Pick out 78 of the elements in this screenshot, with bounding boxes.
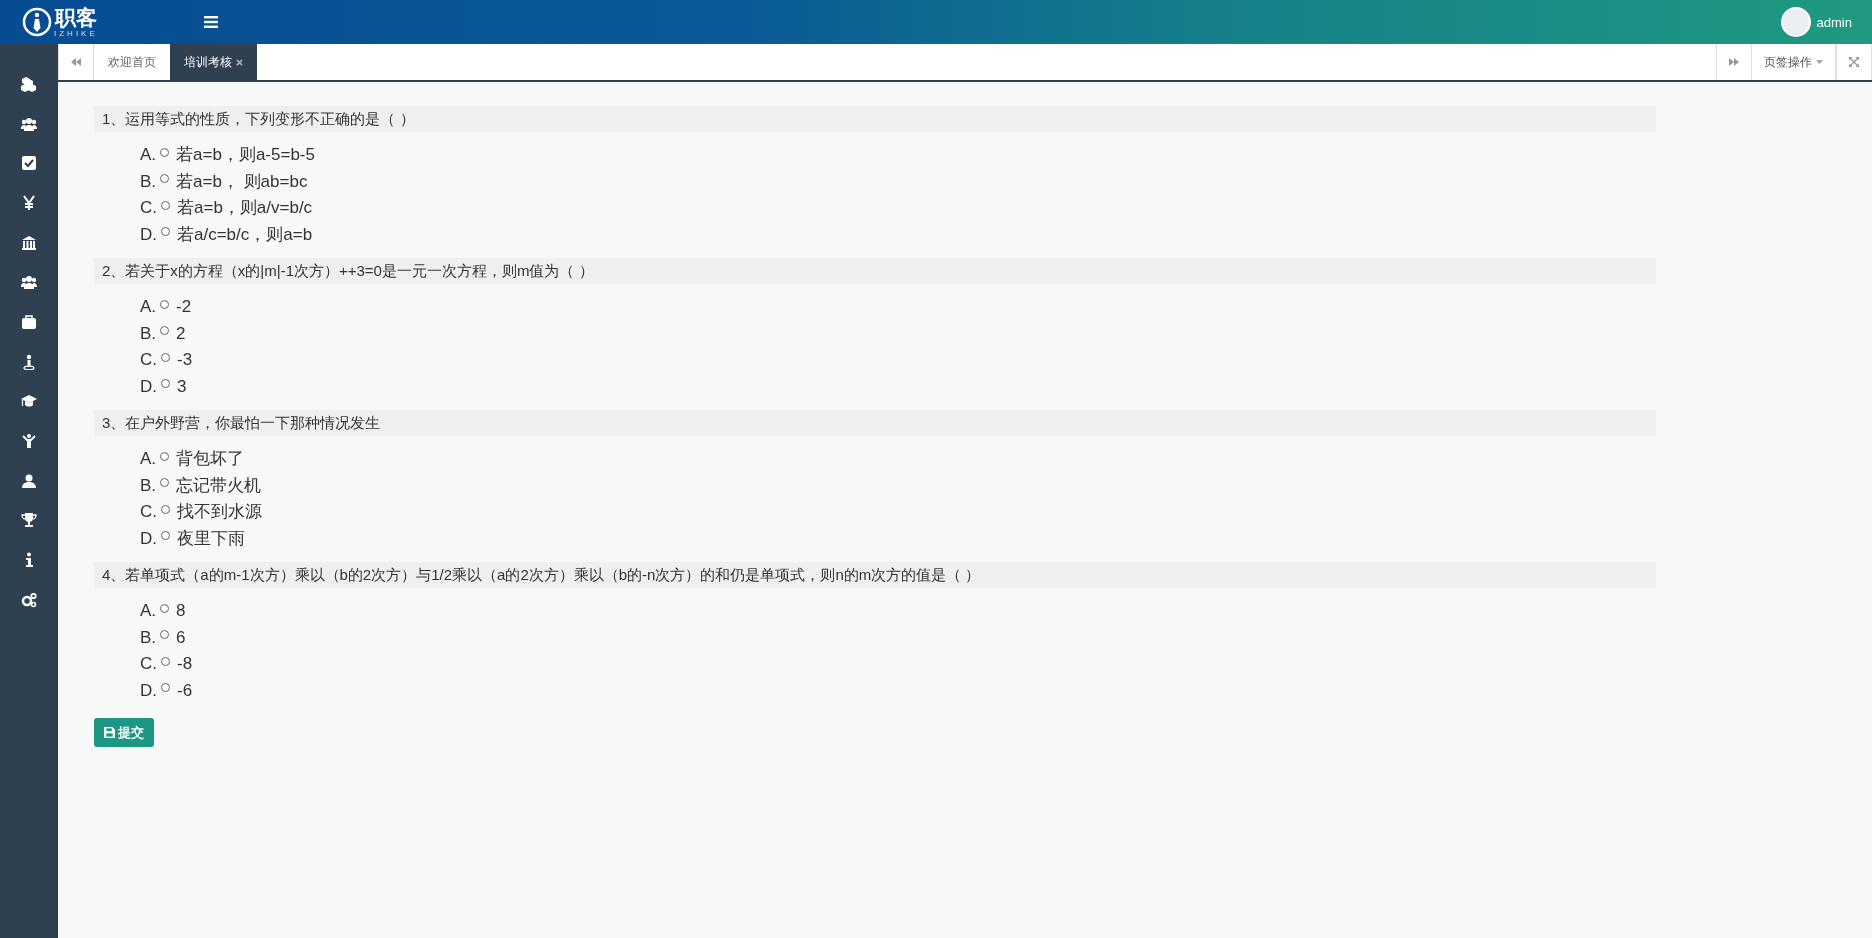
- option-text[interactable]: 忘记带火机: [176, 472, 262, 499]
- radio-button[interactable]: [160, 147, 170, 157]
- radio-button[interactable]: [160, 478, 170, 488]
- close-icon[interactable]: [236, 58, 243, 66]
- radio-button[interactable]: [161, 531, 170, 541]
- bank-icon: [21, 234, 37, 251]
- logo-icon: [22, 7, 52, 37]
- double-left-arrow-icon: [71, 58, 81, 66]
- option-text[interactable]: 若a=b，则a/v=b/c: [177, 195, 313, 222]
- scroll-left-button[interactable]: [58, 44, 94, 80]
- radio-button[interactable]: [160, 603, 170, 613]
- option-letter: A.: [140, 144, 157, 166]
- users-icon: [21, 274, 37, 291]
- option-text[interactable]: -3: [177, 347, 193, 374]
- option-letter: C.: [140, 501, 157, 523]
- child-icon: [21, 433, 37, 450]
- briefcase-icon: [21, 313, 37, 330]
- radio-button[interactable]: [160, 630, 170, 640]
- fullscreen-icon: [1849, 57, 1859, 67]
- option-text[interactable]: 找不到水源: [177, 499, 262, 526]
- question-title: 4、若单项式（a的m-1次方）乘以（b的2次方）与1/2乘以（a的2次方）乘以（b的-n次方）的和仍是单项式，则n的m次方的值是（ ）: [94, 562, 1656, 588]
- option-text[interactable]: 夜里下雨: [177, 525, 245, 552]
- option-text[interactable]: 背包坏了: [176, 446, 245, 473]
- fullscreen-button[interactable]: [1836, 44, 1872, 80]
- menu-icon[interactable]: [204, 16, 218, 28]
- option-text[interactable]: 若a=b， 则ab=bc: [176, 168, 308, 195]
- question-title: 3、在户外野营，你最怕一下那种情况发生: [94, 410, 1656, 436]
- radio-button[interactable]: [161, 352, 170, 362]
- logo-text: 职客: [54, 6, 97, 29]
- yen-icon: [21, 194, 37, 211]
- option-letter: B.: [140, 170, 157, 193]
- option-letter: B.: [140, 626, 157, 649]
- option-text[interactable]: -8: [177, 651, 193, 678]
- radio-button[interactable]: [161, 656, 170, 666]
- tab[interactable]: 欢迎首页: [94, 44, 170, 80]
- option-letter: B.: [140, 322, 157, 345]
- users-icon: [21, 115, 37, 132]
- option-text[interactable]: -6: [177, 677, 193, 704]
- option-text[interactable]: 8: [176, 598, 186, 625]
- option-text[interactable]: 若a/c=b/c，则a=b: [177, 221, 313, 248]
- radio-button[interactable]: [161, 683, 170, 693]
- submit-button[interactable]: 提交: [94, 718, 154, 747]
- option-text[interactable]: 6: [176, 624, 186, 651]
- question-title: 1、运用等式的性质，下列变形不正确的是（ ）: [94, 106, 1656, 132]
- radio-button[interactable]: [160, 174, 170, 184]
- radio-button[interactable]: [161, 379, 170, 389]
- option-letter: D.: [140, 223, 157, 246]
- option-letter: A.: [140, 448, 157, 470]
- checkbox-icon: [21, 155, 37, 172]
- caret-icon: [1816, 60, 1823, 64]
- option-letter: B.: [140, 474, 157, 497]
- user-icon: [21, 472, 37, 489]
- option-text[interactable]: -2: [176, 294, 192, 321]
- double-right-arrow-icon: [1729, 58, 1739, 66]
- radio-button[interactable]: [161, 227, 170, 237]
- tab[interactable]: 培训考核: [170, 44, 257, 80]
- option-letter: D.: [140, 527, 157, 550]
- user-name[interactable]: admin: [1816, 14, 1852, 30]
- option-text[interactable]: 3: [177, 373, 187, 400]
- option-letter: D.: [140, 375, 157, 398]
- radio-button[interactable]: [160, 326, 170, 336]
- option-letter: C.: [140, 197, 157, 219]
- logo-subtext: IZHIKE: [54, 28, 98, 38]
- question-title: 2、若关于x的方程（x的|m|-1次方）++3=0是一元一次方程，则m值为（ ）: [94, 258, 1656, 284]
- radio-button[interactable]: [161, 504, 170, 514]
- radio-button[interactable]: [160, 299, 170, 309]
- trophy-icon: [21, 512, 37, 529]
- option-letter: D.: [140, 679, 157, 702]
- option-letter: A.: [140, 600, 157, 622]
- avatar[interactable]: [1780, 7, 1811, 37]
- option-letter: A.: [140, 296, 157, 318]
- radio-button[interactable]: [160, 451, 170, 461]
- scroll-right-button[interactable]: [1716, 44, 1752, 80]
- radio-button[interactable]: [161, 200, 170, 210]
- option-letter: C.: [140, 653, 157, 675]
- option-text[interactable]: 2: [176, 320, 186, 347]
- option-text[interactable]: 若a=b，则a-5=b-5: [176, 142, 315, 169]
- option-letter: C.: [140, 349, 157, 371]
